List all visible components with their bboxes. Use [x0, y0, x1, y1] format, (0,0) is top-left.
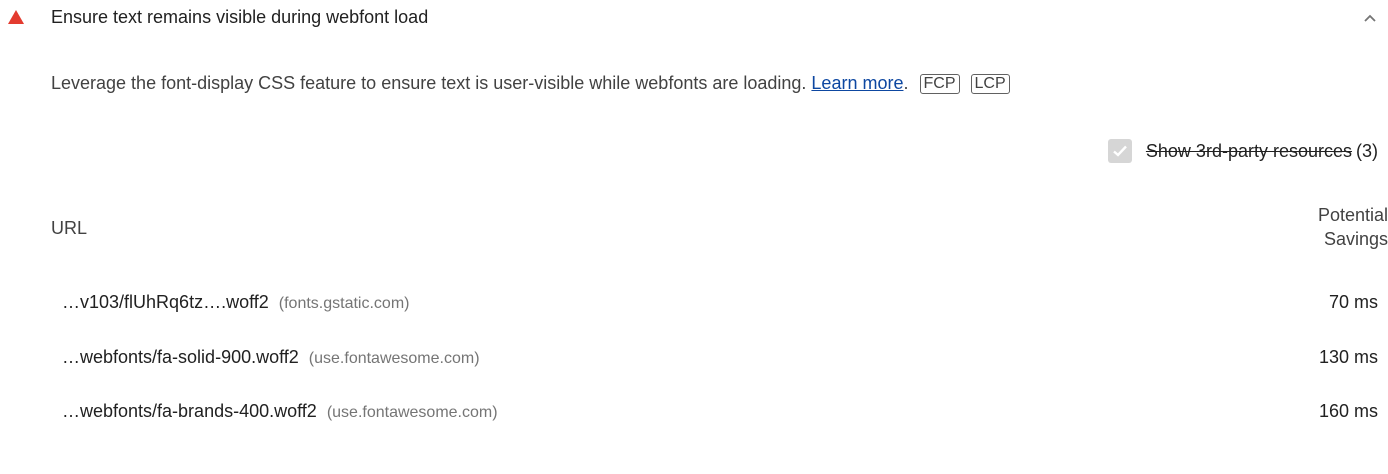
- resource-url[interactable]: …webfonts/fa-brands-400.woff2 (use.fontaw…: [62, 400, 498, 424]
- table-row: …webfonts/fa-solid-900.woff2 (use.fontawe…: [0, 346, 1388, 376]
- savings-value: 70 ms: [1328, 292, 1378, 312]
- checkmark-icon: [1113, 145, 1127, 157]
- url-domain: (use.fontawesome.com): [308, 350, 480, 367]
- audit-title: Ensure text remains visible during webfo…: [51, 7, 429, 27]
- table-row: …webfonts/fa-brands-400.woff2 (use.fontaw…: [0, 400, 1388, 430]
- url-text: …webfonts/fa-brands-400.woff2: [62, 401, 317, 421]
- resource-url[interactable]: …v103/flUhRq6tz….woff2 (fonts.gstatic.com…: [62, 291, 409, 315]
- third-party-checkbox[interactable]: [1107, 139, 1132, 163]
- resource-url[interactable]: …webfonts/fa-solid-900.woff2 (use.fontawe…: [62, 346, 480, 370]
- chevron-up-icon[interactable]: [1362, 11, 1378, 27]
- third-party-label: Show 3rd-party resources: [1145, 140, 1352, 161]
- third-party-filter[interactable]: Show 3rd-party resources (3): [1107, 139, 1378, 163]
- warning-triangle-icon: [8, 10, 24, 24]
- savings-value: 130 ms: [1318, 347, 1378, 367]
- metric-tag-fcp: FCP: [919, 74, 960, 94]
- audit-header[interactable]: Ensure text remains visible during webfo…: [0, 0, 1388, 38]
- description-period: .: [903, 73, 909, 93]
- audit-description: Leverage the font-display CSS feature to…: [51, 72, 1010, 94]
- column-header-url: URL: [51, 218, 88, 238]
- metric-tag-lcp: LCP: [970, 74, 1010, 94]
- learn-more-link[interactable]: Learn more: [811, 73, 903, 93]
- description-text: Leverage the font-display CSS feature to…: [51, 73, 812, 93]
- table-row: …v103/flUhRq6tz….woff2 (fonts.gstatic.com…: [0, 291, 1388, 321]
- audit-panel: Ensure text remains visible during webfo…: [0, 0, 1388, 474]
- savings-header-line1: Potential: [1317, 205, 1388, 225]
- column-header-savings: Potential Savings: [1318, 203, 1388, 251]
- url-text: …v103/flUhRq6tz….woff2: [62, 292, 269, 312]
- savings-header-line2: Savings: [1323, 229, 1388, 249]
- url-domain: (use.fontawesome.com): [326, 404, 498, 421]
- url-domain: (fonts.gstatic.com): [278, 295, 410, 312]
- savings-value: 160 ms: [1318, 401, 1378, 421]
- url-text: …webfonts/fa-solid-900.woff2: [62, 347, 299, 367]
- third-party-count: (3): [1356, 140, 1378, 161]
